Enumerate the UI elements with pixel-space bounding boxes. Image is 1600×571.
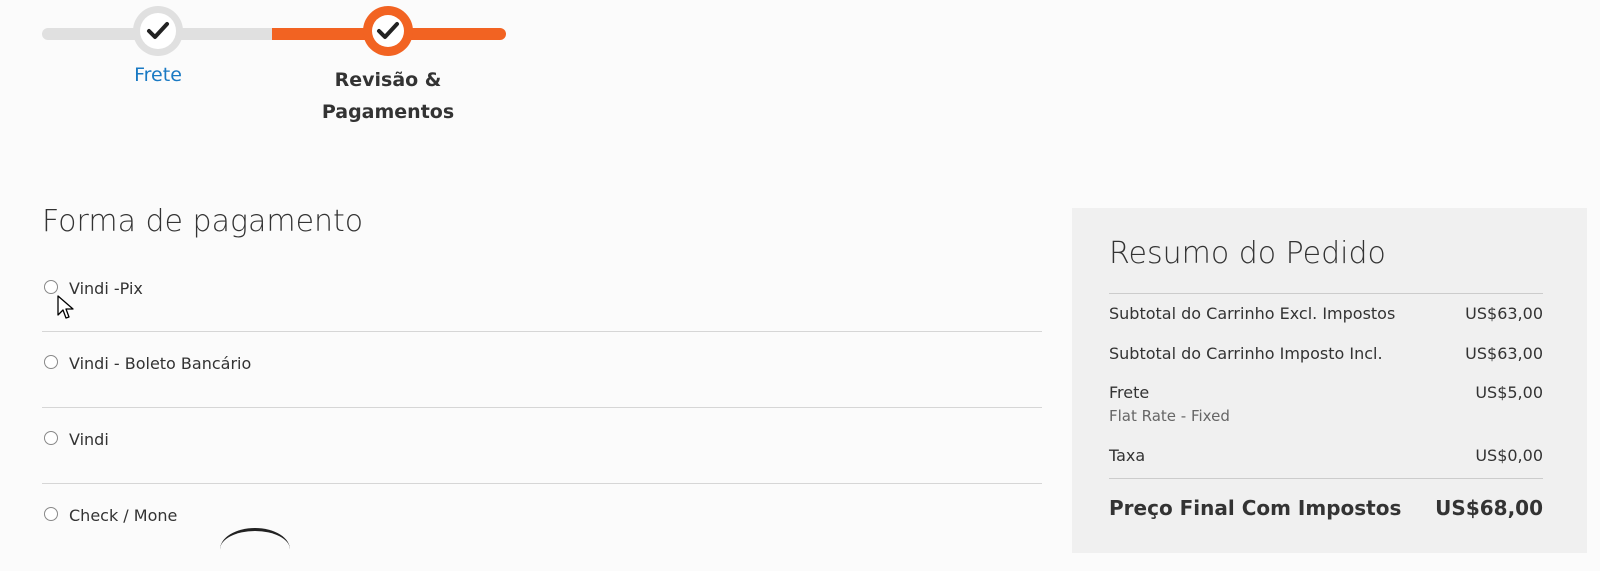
row-amount: US$63,00 <box>1465 304 1543 323</box>
checkmark-icon <box>377 22 399 39</box>
grand-total-label: Preço Final Com Impostos <box>1109 496 1402 520</box>
row-label: Taxa <box>1109 446 1146 465</box>
partial-overlay-shape <box>220 528 290 571</box>
payment-option-label[interactable]: Check / Mone <box>69 506 177 525</box>
radio-button[interactable] <box>44 355 58 369</box>
mouse-cursor-icon <box>57 295 74 319</box>
order-summary: Resumo do Pedido Subtotal do Carrinho Ex… <box>1072 208 1587 553</box>
payment-option-label[interactable]: Vindi -Pix <box>69 279 143 298</box>
payment-option-vindi-boleto[interactable]: Vindi - Boleto Bancário <box>42 332 1042 408</box>
radio-button[interactable] <box>44 431 58 445</box>
row-amount: US$63,00 <box>1465 344 1543 363</box>
payment-option-check-money[interactable]: Check / Mone <box>42 484 1042 560</box>
radio-button[interactable] <box>44 280 58 294</box>
payment-option-label[interactable]: Vindi <box>69 430 109 449</box>
payment-method-title: Forma de pagamento <box>42 204 364 239</box>
row-label: Subtotal do Carrinho Imposto Incl. <box>1109 344 1383 363</box>
divider <box>1109 293 1543 294</box>
order-summary-title: Resumo do Pedido <box>1109 236 1386 271</box>
shipping-method-name: Flat Rate - Fixed <box>1109 407 1230 425</box>
step-review-payment-label: Revisão & Pagamentos <box>321 69 455 123</box>
row-label: Frete <box>1109 383 1150 402</box>
step-review-payment-indicator <box>363 6 413 56</box>
checkmark-icon <box>147 22 169 39</box>
payment-option-vindi-pix[interactable]: Vindi -Pix <box>42 256 1042 332</box>
payment-option-label[interactable]: Vindi - Boleto Bancário <box>69 354 251 373</box>
step-shipping-indicator[interactable] <box>133 6 183 56</box>
payment-option-vindi[interactable]: Vindi <box>42 408 1042 484</box>
radio-button[interactable] <box>44 507 58 521</box>
step-shipping-label[interactable]: Frete <box>108 64 208 86</box>
divider <box>1109 478 1543 479</box>
row-amount: US$0,00 <box>1475 446 1543 465</box>
checkout-progress-bar: Frete Revisão & Pagamentos <box>0 0 520 130</box>
row-amount: US$5,00 <box>1475 383 1543 402</box>
grand-total-amount: US$68,00 <box>1435 496 1543 520</box>
row-label: Subtotal do Carrinho Excl. Impostos <box>1109 304 1396 323</box>
